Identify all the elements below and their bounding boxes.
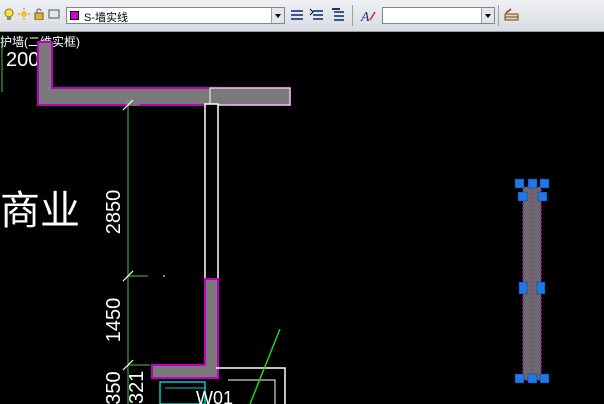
chevron-down-icon[interactable] [271,8,284,23]
wall-thin-segment[interactable] [204,103,219,280]
grip-handle[interactable] [517,191,528,202]
layer-previous-icon [332,8,344,21]
top-dimension: 200 [6,49,39,71]
layer-properties-button[interactable] [288,6,307,25]
layer-match-icon [309,8,323,20]
dimension-350: 350 [103,371,125,404]
lightbulb-icon[interactable] [3,8,15,20]
dimension-2850: 2850 [103,190,125,235]
dimension-partial: 321 [126,371,148,404]
dimension-1450: 1450 [103,298,125,343]
grip-handle[interactable] [536,281,546,295]
toolbar-separator [498,5,499,26]
grip-handle[interactable] [518,281,528,295]
grip-handle[interactable] [539,373,550,384]
sun-icon[interactable] [18,8,30,20]
plot-icon[interactable] [48,8,60,20]
chevron-down-icon[interactable] [481,8,494,23]
text-style-dropdown[interactable] [382,7,495,24]
layer-match-button[interactable] [308,6,327,25]
grip-handle[interactable] [514,373,525,384]
room-label: 商业 [0,188,80,234]
grip-handle[interactable] [539,178,550,189]
layer-name: S-墙实线 [84,12,128,24]
toolbar-separator [352,5,353,26]
text-style-icon: A [360,10,376,25]
table-style-icon [504,8,519,21]
layer-dropdown[interactable]: S-墙实线 [66,7,285,24]
point-marker [163,275,165,277]
layer-previous-button[interactable] [329,6,348,25]
table-style-button[interactable] [502,6,521,25]
grip-handle[interactable] [527,373,538,384]
lock-icon[interactable] [33,8,45,20]
drawing-canvas[interactable]: 护墙(二维实框) 200 W01 2850 1450 350 321 商业 [0,32,604,404]
window-label: W01 [196,388,233,404]
text-style-button[interactable]: A [358,6,377,25]
grip-handle[interactable] [514,178,525,189]
svg-text:A: A [360,10,370,25]
layer-toolbar: S-墙实线 A [0,0,604,32]
layer-color-swatch [70,11,79,20]
layer-properties-icon [291,10,303,20]
grip-handle[interactable] [537,191,548,202]
grip-handle[interactable] [527,178,538,189]
wall-upper-end[interactable] [209,87,291,106]
